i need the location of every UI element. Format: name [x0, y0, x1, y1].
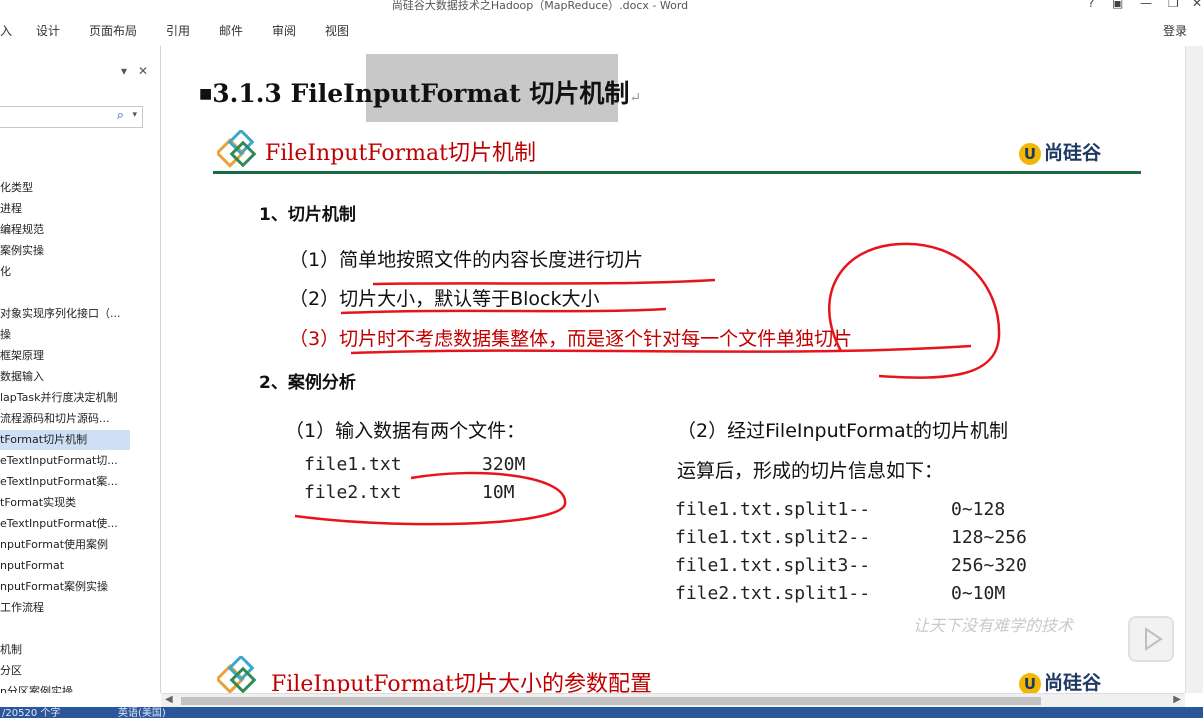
chevron-down-icon[interactable]: ▾	[132, 110, 137, 120]
horizontal-scrollbar[interactable]: ◀ ▶	[161, 693, 1185, 708]
underline-point-3	[350, 344, 972, 355]
circle-separately	[828, 242, 1001, 379]
nav-heading-item[interactable]: 框架原理	[0, 346, 130, 366]
brand-logo-2: U 尚硅谷	[1019, 668, 1101, 693]
tab-view[interactable]: 视图	[325, 22, 349, 39]
nav-heading-item[interactable]: 案例实操	[0, 241, 130, 261]
circle-files	[294, 471, 567, 526]
restore-icon[interactable]: ❐	[1168, 0, 1179, 10]
pane-options-icon[interactable]: ▾	[121, 64, 127, 78]
language-indicator[interactable]: 英语(美国)	[118, 704, 166, 719]
nav-heading-item[interactable]: tFormat实现类	[0, 493, 130, 513]
search-icon[interactable]: ⌕	[117, 108, 124, 123]
nav-heading-item[interactable]: nputFormat	[0, 556, 130, 576]
nav-heading-item[interactable]: eTextInputFormat案...	[0, 472, 130, 492]
scroll-right-icon[interactable]: ▶	[1173, 694, 1181, 705]
tab-insert[interactable]: 入	[0, 22, 12, 39]
brand-mark-icon-2: U	[1019, 672, 1041, 693]
nav-heading-item[interactable]: 工作流程	[0, 598, 130, 618]
nav-heading-item[interactable]: tFormat切片机制	[0, 430, 130, 450]
nav-heading-item[interactable]: 分区	[0, 661, 130, 681]
nav-heading-item[interactable]: 机制	[0, 640, 130, 660]
nav-search-input[interactable]: ⌕ ▾	[0, 106, 143, 128]
nav-heading-item[interactable]: nputFormat案例实操	[0, 577, 130, 597]
underline-point-1	[372, 278, 716, 286]
tab-mailings[interactable]: 邮件	[219, 22, 243, 39]
nav-heading-item[interactable]: 进程	[0, 199, 130, 219]
minimize-icon[interactable]: —	[1140, 0, 1152, 10]
nav-heading-item[interactable]	[0, 619, 130, 639]
title-bar: 尚硅谷大数据技术之Hadoop（MapReduce）.docx - Word ?…	[0, 0, 1203, 14]
nav-heading-item[interactable]	[0, 283, 130, 303]
slide2-title: FileInputFormat切片大小的参数配置	[271, 672, 652, 693]
ribbon-display-icon[interactable]: ▣	[1112, 0, 1123, 10]
status-bar: /20520 个字 英语(美国)	[0, 704, 1203, 719]
navigation-pane: ▾ ✕ ⌕ ▾ 化类型 进程 编程规范 案例实操化对象实现序列化接口（... 操框架原理…	[0, 46, 161, 693]
nav-heading-item[interactable]: nputFormat使用案例	[0, 535, 130, 555]
tab-references[interactable]: 引用	[166, 22, 190, 39]
nav-heading-item[interactable]: 流程源码和切片源码...	[0, 409, 130, 429]
nav-heading-item[interactable]: eTextInputFormat使...	[0, 514, 130, 534]
underline-point-2	[340, 307, 667, 315]
nav-heading-item[interactable]: 对象实现序列化接口（...	[0, 304, 130, 324]
nav-heading-item[interactable]: 化	[0, 262, 130, 282]
red-annotation-layer	[294, 242, 1001, 526]
nav-heading-item[interactable]: eTextInputFormat切...	[0, 451, 130, 471]
nav-heading-item[interactable]: n分区案例实操	[0, 682, 130, 693]
document-area[interactable]: ■3.1.3 FileInputFormat 切片机制↵ FileInputFo…	[161, 46, 1185, 693]
word-count[interactable]: /20520 个字	[2, 704, 60, 719]
scroll-thumb[interactable]	[181, 697, 1041, 705]
nav-heading-item[interactable]: 编程规范	[0, 220, 130, 240]
diamond-logo-icon-2	[217, 656, 257, 693]
scroll-left-icon[interactable]: ◀	[165, 694, 173, 705]
window-title: 尚硅谷大数据技术之Hadoop（MapReduce）.docx - Word	[391, 0, 689, 12]
login-link[interactable]: 登录	[1163, 22, 1187, 39]
nav-heading-item[interactable]: 化类型	[0, 178, 130, 198]
help-icon[interactable]: ?	[1088, 0, 1094, 10]
nav-heading-item[interactable]: 数据输入	[0, 367, 130, 387]
vertical-scrollbar[interactable]	[1185, 46, 1203, 693]
nav-heading-item[interactable]: 操	[0, 325, 130, 345]
tab-layout[interactable]: 页面布局	[89, 22, 137, 39]
close-icon[interactable]: ✕	[1192, 0, 1202, 10]
tab-design[interactable]: 设计	[36, 22, 60, 39]
nav-heading-item[interactable]: lapTask并行度决定机制	[0, 388, 130, 408]
pane-close-icon[interactable]: ✕	[138, 64, 148, 78]
tab-review[interactable]: 审阅	[272, 22, 296, 39]
ribbon-tabs: 入 设计 页面布局 引用 邮件 审阅 视图 登录	[0, 14, 1203, 46]
